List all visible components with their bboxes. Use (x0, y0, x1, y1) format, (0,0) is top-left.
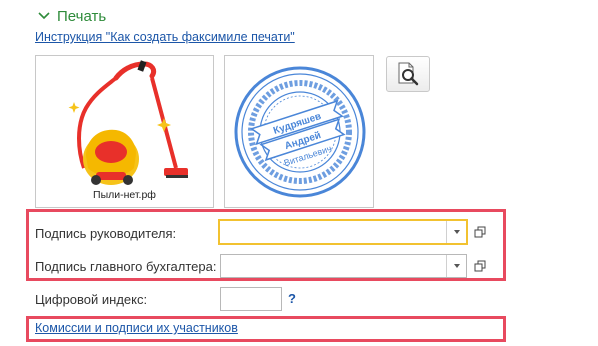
seal-stamp-icon: Кудряшев Андрей Витальевич (234, 66, 366, 198)
logo-image[interactable]: Пыли-нет.рф (35, 55, 214, 208)
open-window-icon (474, 260, 486, 272)
accountant-signature-field[interactable] (220, 254, 467, 278)
stamp-image[interactable]: Кудряшев Андрей Витальевич (224, 55, 374, 208)
digital-index-label: Цифровой индекс: (35, 292, 148, 307)
logo-caption: Пыли-нет.рф (93, 189, 156, 201)
section-print-header[interactable]: Печать (37, 6, 106, 26)
chevron-down-icon (38, 12, 50, 20)
chevron-down-icon (453, 230, 460, 234)
director-signature-field[interactable] (218, 219, 468, 245)
director-signature-dropdown-button[interactable] (446, 221, 466, 243)
vacuum-cleaner-logo (68, 60, 188, 185)
digital-index-input[interactable] (220, 287, 282, 311)
commissions-link[interactable]: Комиссии и подписи их участников (35, 321, 238, 335)
chevron-down-icon (453, 264, 460, 268)
director-signature-label: Подпись руководителя: (35, 226, 177, 241)
accountant-signature-open-button[interactable] (470, 255, 490, 277)
digital-index-help-icon[interactable]: ? (288, 291, 296, 306)
section-title: Печать (57, 7, 107, 25)
accountant-signature-label: Подпись главного бухгалтера: (35, 259, 217, 274)
director-signature-open-button[interactable] (470, 221, 490, 243)
instruction-link[interactable]: Инструкция "Как создать факсимиле печати… (35, 30, 295, 44)
magnifier-icon (398, 62, 419, 86)
open-window-icon (474, 226, 486, 238)
accountant-signature-dropdown-button[interactable] (446, 255, 466, 277)
preview-button[interactable] (386, 56, 430, 92)
